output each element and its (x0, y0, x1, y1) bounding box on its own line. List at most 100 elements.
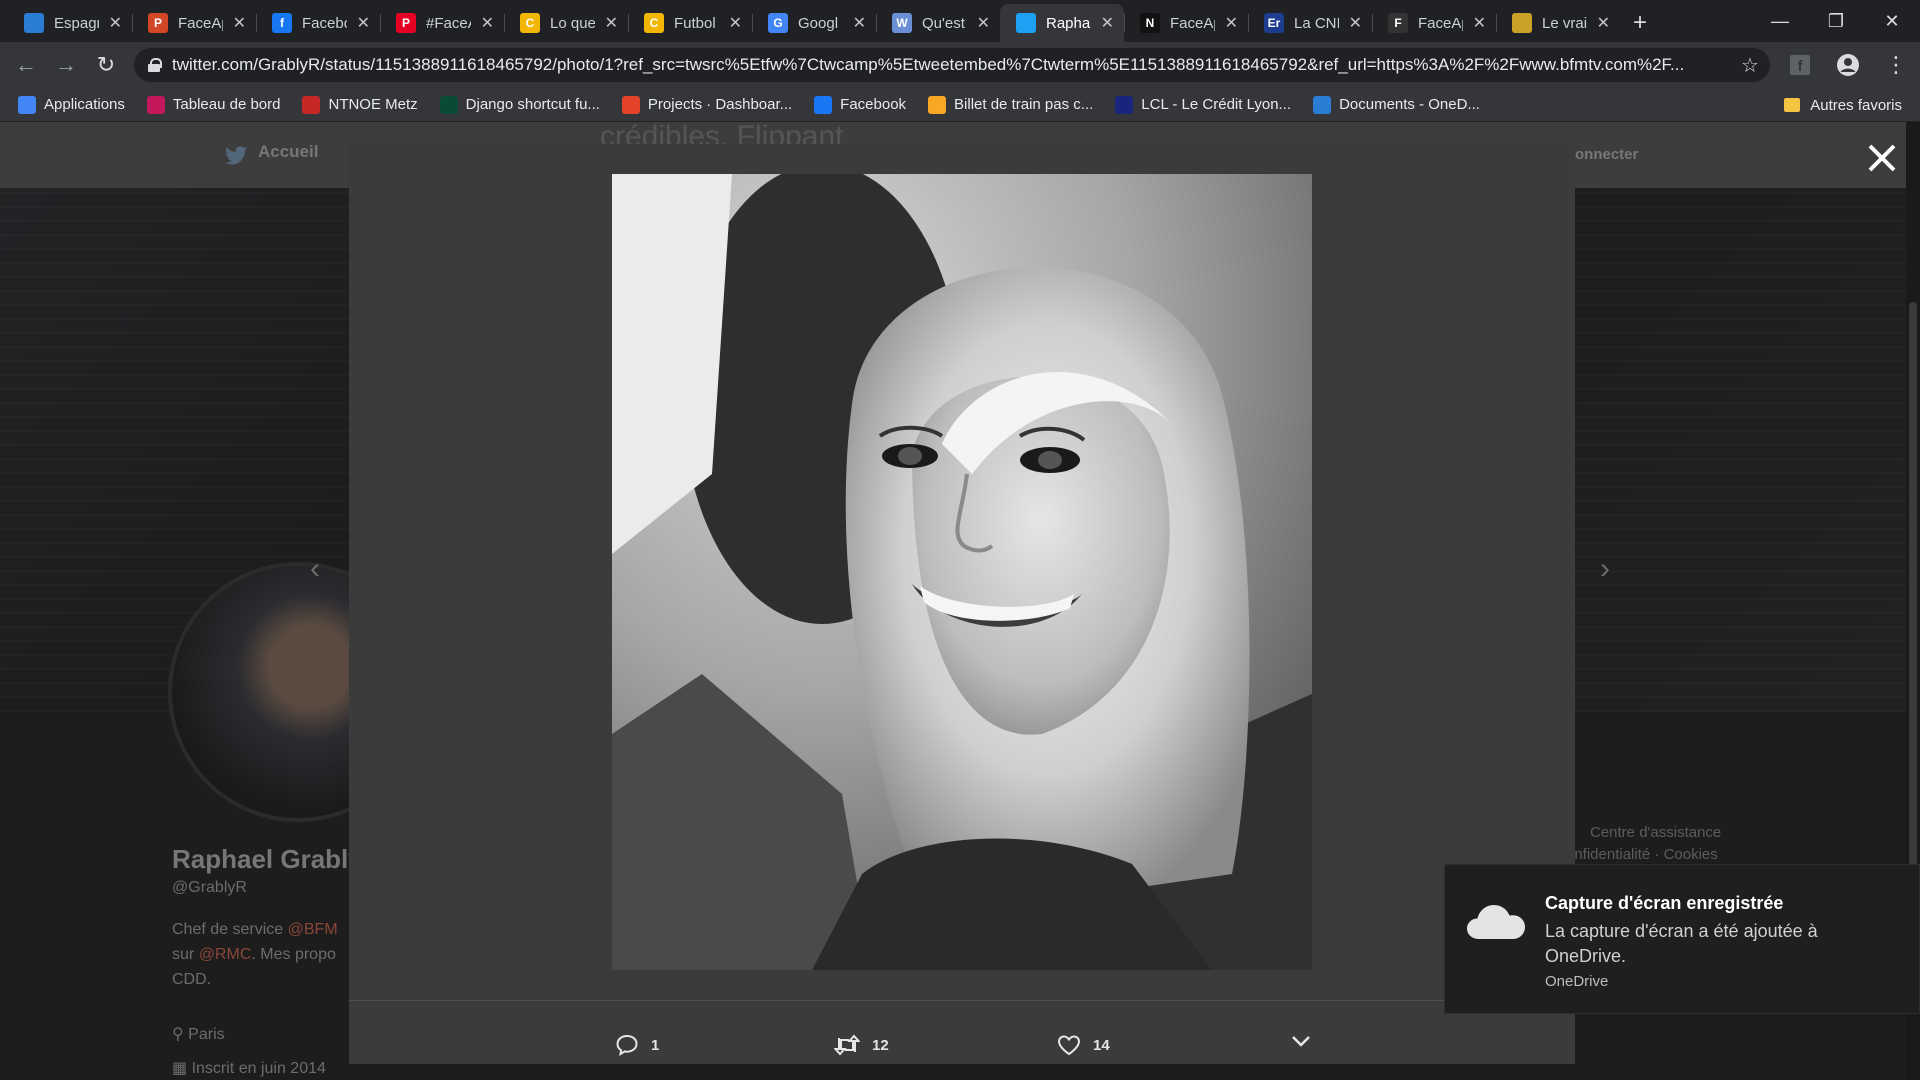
yellow-icon (1512, 13, 1532, 33)
tab-title: Futbol (674, 14, 716, 32)
retweet-count: 12 (872, 1036, 889, 1054)
gitlab-icon (621, 95, 640, 114)
bookmark-item[interactable]: Applications (18, 95, 125, 114)
like-button[interactable]: 14 (1057, 1034, 1110, 1056)
bookmark-item[interactable]: Billet de train pas c... (928, 95, 1094, 114)
reply-button[interactable]: 1 (615, 1034, 659, 1056)
browser-tab[interactable]: G Googl ✕ (752, 4, 876, 42)
footer-links: Centre d'assistance onfidentialité · Coo… (1566, 824, 1722, 863)
browser-tab[interactable]: N FaceAp ✕ (1124, 4, 1248, 42)
folder-icon (1784, 98, 1801, 112)
tab-close-icon[interactable]: ✕ (1597, 13, 1610, 33)
apps-grid-icon (18, 95, 36, 114)
tab-title: FaceAp (1418, 14, 1463, 32)
bio-mention-bfm[interactable]: @BFM (288, 921, 338, 938)
close-icon (1868, 144, 1896, 172)
twitter-bird-icon (1016, 13, 1036, 33)
tab-close-icon[interactable]: ✕ (109, 13, 122, 33)
ntnoe-icon (302, 95, 321, 114)
notification-title: Capture d'écran enregistrée (1545, 893, 1784, 913)
bookmark-item[interactable]: Facebook (814, 95, 907, 114)
menu-kebab-icon[interactable]: ⋮ (1872, 52, 1920, 78)
extension-icon[interactable]: f (1776, 54, 1824, 76)
tab-close-icon[interactable]: ✕ (1473, 13, 1486, 33)
footer-link[interactable]: onfidentialité (1566, 846, 1650, 863)
address-bar[interactable]: twitter.com/GrablyR/status/1151388911618… (134, 48, 1770, 82)
yellow-c-icon: C (644, 13, 664, 33)
tab-title: Lo que (550, 14, 595, 32)
reload-icon[interactable]: ↻ (86, 45, 126, 85)
dashboard-icon (146, 95, 165, 114)
tab-close-icon[interactable]: ✕ (605, 13, 618, 33)
footer-link[interactable]: Cookies (1664, 846, 1718, 863)
bookmark-item[interactable]: Django shortcut fu... (439, 95, 600, 114)
er-icon: Er (1264, 13, 1284, 33)
tab-close-icon[interactable]: ✕ (481, 13, 494, 33)
tweet-actions: 1 12 14 (349, 1022, 1575, 1080)
previous-arrow-icon[interactable]: ‹ (310, 552, 320, 586)
nav-connect-link[interactable]: onnecter (1575, 146, 1638, 163)
tab-close-icon[interactable]: ✕ (233, 13, 246, 33)
profile-bio: Chef de service @BFM sur @RMC. Mes propo… (172, 917, 362, 992)
bookmark-label: Facebook (840, 96, 907, 113)
bookmark-label: Django shortcut fu... (465, 96, 600, 113)
tab-close-icon[interactable]: ✕ (977, 13, 990, 33)
bookmark-label: Tableau de bord (172, 96, 281, 113)
notification-body: La capture d'écran a été ajoutée à OneDr… (1545, 921, 1818, 966)
browser-tab[interactable]: W Qu'est ✕ (876, 4, 1000, 42)
pinterest-p-icon: P (396, 13, 416, 33)
browser-tab[interactable]: C Lo que ✕ (504, 4, 628, 42)
browser-tab[interactable]: f Facebo ✕ (256, 4, 380, 42)
browser-tab[interactable]: C Futbol ✕ (628, 4, 752, 42)
url-text[interactable]: twitter.com/GrablyR/status/1151388911618… (172, 55, 1730, 75)
bookmark-label: Projects · Dashboar... (647, 96, 793, 113)
more-options-button[interactable] (1291, 1034, 1311, 1048)
browser-tab[interactable]: Raphae ✕ (1000, 4, 1124, 42)
onedrive-notification[interactable]: Capture d'écran enregistrée La capture d… (1444, 864, 1920, 1014)
tab-title: La CNI (1294, 14, 1339, 32)
bookmark-label: Billet de train pas c... (954, 96, 1094, 113)
bio-mention-rmc[interactable]: @RMC (199, 946, 252, 963)
profile-icon[interactable] (1824, 53, 1872, 77)
tab-close-icon[interactable]: ✕ (357, 13, 370, 33)
forward-icon[interactable]: → (46, 45, 86, 85)
bookmark-item[interactable]: Documents - OneD... (1313, 95, 1480, 114)
browser-tab[interactable]: P FaceAp ✕ (132, 4, 256, 42)
browser-tab[interactable]: Le vrai ✕ (1496, 4, 1620, 42)
tab-close-icon[interactable]: ✕ (1101, 13, 1114, 33)
other-bookmarks[interactable]: Autres favoris (1784, 88, 1902, 122)
tweet-photo[interactable] (612, 174, 1312, 970)
tab-close-icon[interactable]: ✕ (853, 13, 866, 33)
footer-link[interactable]: Centre d'assistance (1590, 824, 1721, 841)
retweet-button[interactable]: 12 (834, 1034, 889, 1056)
tab-close-icon[interactable]: ✕ (1225, 13, 1238, 33)
browser-tab[interactable]: Er La CNI ✕ (1248, 4, 1372, 42)
new-tab-button[interactable]: + (1620, 4, 1660, 42)
profile-name[interactable]: Raphael Grably (172, 844, 363, 875)
profile-handle[interactable]: @GrablyR (172, 879, 363, 897)
lcl-icon (1115, 95, 1134, 114)
restore-icon[interactable]: ❐ (1808, 0, 1864, 42)
browser-tab[interactable]: P #FaceA ✕ (380, 4, 504, 42)
onedrive-cloud-icon (1467, 905, 1525, 939)
close-window-icon[interactable]: ✕ (1864, 0, 1920, 42)
bookmark-label: Applications (44, 96, 125, 113)
tab-title: Googl (798, 14, 839, 32)
profile-joined: Inscrit en juin 2014 (191, 1060, 326, 1077)
bookmark-item[interactable]: LCL - Le Crédit Lyon... (1115, 95, 1291, 114)
tab-close-icon[interactable]: ✕ (1349, 13, 1362, 33)
nav-home-link[interactable]: Accueil (258, 142, 318, 162)
bookmark-item[interactable]: Tableau de bord (146, 95, 281, 114)
bookmark-item[interactable]: Projects · Dashboar... (621, 95, 793, 114)
next-arrow-icon[interactable]: › (1600, 552, 1610, 586)
close-modal-button[interactable] (1864, 140, 1900, 176)
bookmark-item[interactable]: NTNOE Metz (302, 95, 418, 114)
tab-title: Facebo (302, 14, 347, 32)
back-icon[interactable]: ← (6, 45, 46, 85)
tab-close-icon[interactable]: ✕ (729, 13, 742, 33)
bookmark-label: NTNOE Metz (328, 96, 418, 113)
browser-tab[interactable]: F FaceAp ✕ (1372, 4, 1496, 42)
browser-tab[interactable]: Espagn ✕ (8, 4, 132, 42)
minimize-icon[interactable]: — (1752, 0, 1808, 42)
bookmark-star-icon[interactable]: ☆ (1730, 53, 1770, 78)
